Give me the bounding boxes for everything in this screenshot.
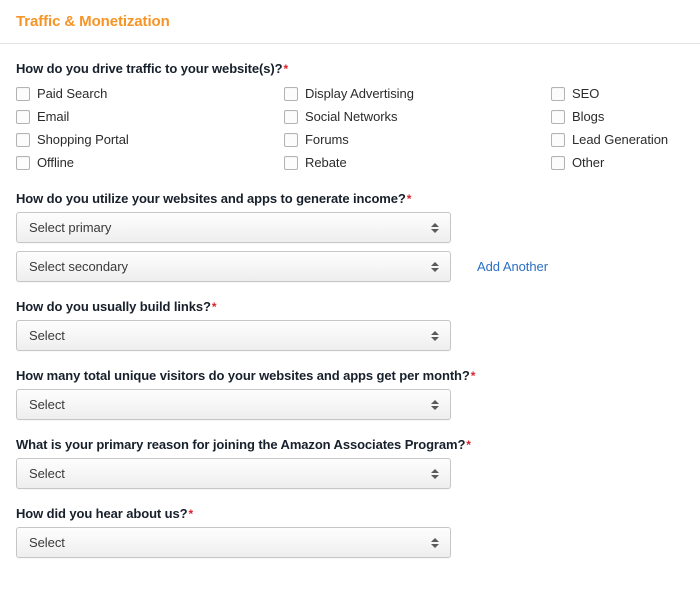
checkbox-unchecked-icon[interactable] xyxy=(551,86,565,101)
add-another-link[interactable]: Add Another xyxy=(477,259,548,274)
checkbox-unchecked-icon[interactable] xyxy=(551,109,565,124)
select-value: Select xyxy=(29,534,65,550)
checkbox-rebate[interactable]: Rebate xyxy=(284,151,551,174)
sort-up-down-icon xyxy=(430,467,439,481)
checkbox-label[interactable]: Forums xyxy=(305,132,349,148)
required-marker: * xyxy=(406,192,412,206)
monetization-secondary-row: Select secondary Add Another xyxy=(16,251,684,282)
checkbox-blogs[interactable]: Blogs xyxy=(551,105,684,128)
label-monetization: How do you utilize your websites and app… xyxy=(16,191,684,207)
checkbox-label[interactable]: Email xyxy=(37,109,69,125)
primary-reason-row: Select xyxy=(16,458,684,489)
checkbox-label[interactable]: Lead Generation xyxy=(572,132,668,148)
section-header: Traffic & Monetization xyxy=(0,0,700,44)
traffic-monetization-form: Traffic & Monetization How do you drive … xyxy=(0,0,700,612)
checkbox-unchecked-icon[interactable] xyxy=(16,109,30,124)
label-hear-about-us-text: How did you hear about us? xyxy=(16,506,188,521)
label-unique-visitors-text: How many total unique visitors do your w… xyxy=(16,368,470,383)
select-value: Select xyxy=(29,327,65,343)
sort-up-down-icon xyxy=(430,536,439,550)
checkbox-lead-generation[interactable]: Lead Generation xyxy=(551,128,684,151)
select-value: Select xyxy=(29,396,65,412)
label-hear-about-us: How did you hear about us?* xyxy=(16,506,684,522)
sort-up-down-icon xyxy=(430,398,439,412)
select-build-links[interactable]: Select xyxy=(16,320,451,351)
checkbox-label[interactable]: Rebate xyxy=(305,155,347,171)
checkbox-label[interactable]: Social Networks xyxy=(305,109,398,125)
checkbox-unchecked-icon[interactable] xyxy=(551,132,565,147)
checkbox-offline[interactable]: Offline xyxy=(16,151,284,174)
checkbox-label[interactable]: Shopping Portal xyxy=(37,132,129,148)
label-build-links-text: How do you usually build links? xyxy=(16,299,211,314)
checkbox-label[interactable]: Offline xyxy=(37,155,74,171)
select-monetization-secondary[interactable]: Select secondary xyxy=(16,251,451,282)
checkbox-display-advertising[interactable]: Display Advertising xyxy=(284,82,551,105)
checkbox-unchecked-icon[interactable] xyxy=(284,109,298,124)
checkbox-unchecked-icon[interactable] xyxy=(16,86,30,101)
select-primary-reason[interactable]: Select xyxy=(16,458,451,489)
label-traffic-sources: How do you drive traffic to your website… xyxy=(16,61,684,77)
checkbox-forums[interactable]: Forums xyxy=(284,128,551,151)
select-hear-about-us[interactable]: Select xyxy=(16,527,451,558)
label-monetization-text: How do you utilize your websites and app… xyxy=(16,191,406,206)
checkbox-paid-search[interactable]: Paid Search xyxy=(16,82,284,105)
page-title: Traffic & Monetization xyxy=(16,13,170,30)
checkbox-unchecked-icon[interactable] xyxy=(16,155,30,170)
form-body: How do you drive traffic to your website… xyxy=(0,61,700,558)
checkbox-label[interactable]: Other xyxy=(572,155,604,171)
select-unique-visitors[interactable]: Select xyxy=(16,389,451,420)
label-primary-reason: What is your primary reason for joining … xyxy=(16,437,684,453)
label-traffic-sources-text: How do you drive traffic to your website… xyxy=(16,61,283,76)
checkbox-shopping-portal[interactable]: Shopping Portal xyxy=(16,128,284,151)
required-marker: * xyxy=(188,507,194,521)
required-marker: * xyxy=(283,62,289,76)
required-marker: * xyxy=(466,438,471,452)
checkbox-unchecked-icon[interactable] xyxy=(284,155,298,170)
select-value: Select primary xyxy=(29,219,112,235)
checkbox-seo[interactable]: SEO xyxy=(551,82,684,105)
checkbox-label[interactable]: Blogs xyxy=(572,109,604,125)
monetization-primary-row: Select primary xyxy=(16,212,684,243)
select-value: Select xyxy=(29,465,65,481)
checkbox-unchecked-icon[interactable] xyxy=(284,132,298,147)
checkbox-label[interactable]: Display Advertising xyxy=(305,86,414,102)
checkbox-email[interactable]: Email xyxy=(16,105,284,128)
required-marker: * xyxy=(470,369,476,383)
select-value: Select secondary xyxy=(29,258,128,274)
build-links-row: Select xyxy=(16,320,684,351)
label-build-links: How do you usually build links?* xyxy=(16,299,684,315)
traffic-sources-checkbox-grid: Paid Search Display Advertising SEO Emai… xyxy=(16,82,684,174)
checkbox-other[interactable]: Other xyxy=(551,151,684,174)
label-unique-visitors: How many total unique visitors do your w… xyxy=(16,368,684,384)
checkbox-social-networks[interactable]: Social Networks xyxy=(284,105,551,128)
unique-visitors-row: Select xyxy=(16,389,684,420)
hear-about-us-row: Select xyxy=(16,527,684,558)
checkbox-unchecked-icon[interactable] xyxy=(16,132,30,147)
select-monetization-primary[interactable]: Select primary xyxy=(16,212,451,243)
label-primary-reason-text: What is your primary reason for joining … xyxy=(16,437,466,452)
sort-up-down-icon xyxy=(430,260,439,274)
required-marker: * xyxy=(211,300,217,314)
checkbox-unchecked-icon[interactable] xyxy=(284,86,298,101)
checkbox-label[interactable]: Paid Search xyxy=(37,86,107,102)
sort-up-down-icon xyxy=(430,329,439,343)
checkbox-unchecked-icon[interactable] xyxy=(551,155,565,170)
sort-up-down-icon xyxy=(430,221,439,235)
checkbox-label[interactable]: SEO xyxy=(572,86,599,102)
